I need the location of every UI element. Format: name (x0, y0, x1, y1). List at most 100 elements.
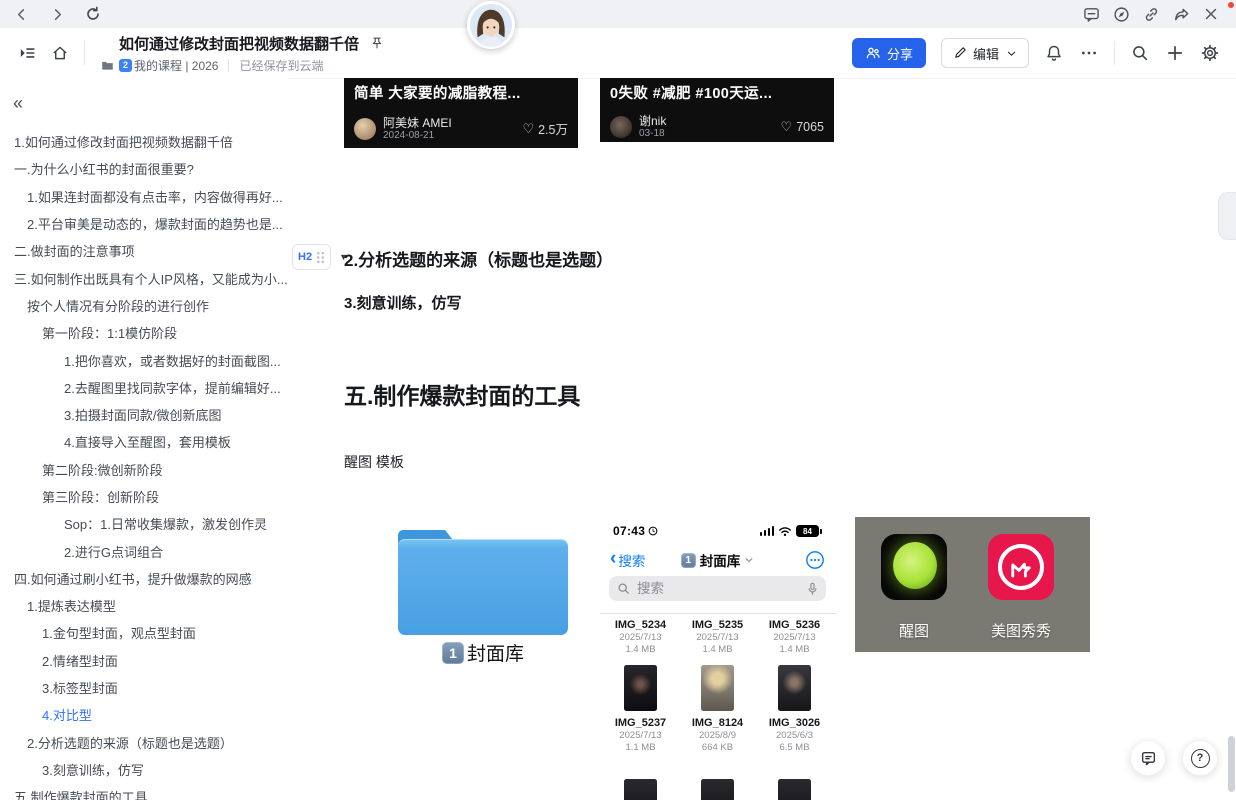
outline-item[interactable]: 2.去醒图里找同款字体，提前编辑好... (0, 374, 288, 401)
home-icon[interactable] (51, 44, 69, 62)
file-item[interactable] (603, 779, 679, 800)
outline-item[interactable]: 1.把你喜欢，或者数据好的封面截图... (0, 346, 288, 373)
outline-item[interactable]: 2.平台审美是动态的，爆款封面的趋势也是... (0, 210, 288, 237)
comment-icon[interactable] (1082, 5, 1100, 23)
meitu-app-icon[interactable] (988, 534, 1054, 600)
file-item[interactable] (680, 779, 756, 800)
outline-item-label: Sop：1.日常收集爆款，激发创作灵 (64, 514, 267, 533)
feedback-icon (1140, 750, 1157, 767)
help-button[interactable]: ? (1182, 740, 1218, 776)
file-item[interactable]: IMG_3026 2025/6/3 6.5 MB (757, 665, 833, 754)
outline-item-label: 1.金句型封面，观点型封面 (42, 623, 196, 642)
outline-item[interactable]: 3.标签型封面 (0, 674, 288, 701)
xingtu-app-icon[interactable] (881, 534, 947, 600)
outline-toggle-icon[interactable] (18, 44, 36, 62)
question-icon: ? (1191, 749, 1210, 768)
mic-icon (807, 582, 818, 596)
outline-item-label: 3.拍摄封面同款/微创新底图 (64, 405, 221, 424)
file-item[interactable]: IMG_5237 2025/7/13 1.1 MB (603, 665, 679, 754)
file-item[interactable]: IMG_5234 2025/7/13 1.4 MB (603, 619, 679, 656)
pin-icon[interactable] (368, 34, 386, 52)
more-icon[interactable] (1079, 43, 1099, 63)
files-nav-bar: ‹ 搜索 1 封面库 (600, 549, 835, 571)
collapse-sidebar-icon[interactable]: « (13, 94, 23, 112)
chevron-down-icon (744, 555, 754, 565)
bell-icon[interactable] (1044, 43, 1064, 63)
keycap-1-badge: 1 (442, 642, 464, 664)
video-card[interactable]: 简单 大家要的减脂教程... 阿美妹 AMEI 2024-08-21 ♡ 2.5… (344, 78, 578, 148)
author-name: 谢nik (639, 114, 666, 128)
outline-item-label: 一.为什么小红书的封面很重要? (14, 159, 194, 178)
outline-item[interactable]: 1.如何通过修改封面把视频数据翻千倍 (0, 128, 288, 155)
file-item[interactable]: IMG_8124 2025/8/9 664 KB (680, 665, 756, 754)
outline-item[interactable]: 第一阶段：1:1模仿阶段 (0, 319, 288, 346)
outline-sidebar: « 1.如何通过修改封面把视频数据翻千倍 一.为什么小红书的封面很重要? 1.如… (0, 78, 290, 800)
outline-item[interactable]: 第二阶段:微创新阶段 (0, 456, 288, 483)
file-item[interactable]: IMG_5236 2025/7/13 1.4 MB (757, 619, 833, 656)
file-name: IMG_5237 (603, 717, 679, 730)
file-date: 2025/7/13 (603, 632, 679, 644)
file-date: 2025/6/3 (757, 730, 833, 742)
outline-item[interactable]: 按个人情况有分阶段的进行创作 (0, 292, 288, 319)
browser-chrome (0, 0, 1236, 28)
outline-item[interactable]: 4.直接导入至醒图，套用模板 (0, 428, 288, 455)
breadcrumb[interactable]: 2 我的课程 | 2026 已经保存到云端 (100, 57, 405, 74)
folder-icon (100, 58, 114, 72)
folder-image[interactable]: 1 封面库 (388, 523, 578, 665)
keycap-1-badge: 1 (681, 553, 696, 568)
video-card[interactable]: 0失败 #减肥 #100天运... 谢nik 03-18 ♡ 7065 (600, 78, 834, 142)
outline-item-label: 1.如果连封面都没有点击率，内容做得再好... (27, 187, 283, 206)
close-icon[interactable] (1202, 5, 1220, 23)
wifi-icon (778, 526, 792, 537)
outline-item[interactable]: 1.提炼表达模型 (0, 592, 288, 619)
outline-item[interactable]: 四.如何通过刷小红书，提升做爆款的网感 (0, 565, 288, 592)
files-search-bar[interactable] (609, 576, 826, 601)
outline-item[interactable]: 2.分析选题的来源（标题也是选题） (0, 729, 288, 756)
share-forward-icon[interactable] (1172, 5, 1190, 23)
file-item[interactable] (757, 779, 833, 800)
scrollbar-thumb[interactable] (1228, 736, 1235, 792)
like-count-value: 2.5万 (538, 119, 568, 138)
back-icon[interactable] (12, 5, 30, 23)
files-search-input[interactable] (635, 580, 802, 597)
outline-item[interactable]: 4.对比型 (0, 701, 288, 728)
outline-item[interactable]: 三.如何制作出既具有个人IP风格，又能成为小... (0, 264, 288, 291)
drag-handle-icon[interactable] (316, 251, 325, 264)
file-thumbnail (778, 665, 811, 711)
outline-item[interactable]: 2.情绪型封面 (0, 647, 288, 674)
gear-icon[interactable] (1200, 43, 1220, 63)
outline-item[interactable]: 1.如果连封面都没有点击率，内容做得再好... (0, 183, 288, 210)
outline-item[interactable]: 第三阶段：创新阶段 (0, 483, 288, 510)
forward-icon[interactable] (48, 5, 66, 23)
reload-icon[interactable] (84, 5, 102, 23)
new-doc-icon[interactable] (1165, 43, 1185, 63)
outline-item[interactable]: 3.刻意训练，仿写 (0, 756, 288, 783)
outline-item[interactable]: 1.金句型封面，观点型封面 (0, 619, 288, 646)
folder-icon-body (398, 539, 568, 635)
share-button[interactable]: 分享 (852, 38, 926, 68)
outline-item[interactable]: 2.进行G点词组合 (0, 537, 288, 564)
edge-panel-handle[interactable] (1218, 192, 1236, 240)
author-avatar (610, 116, 632, 138)
outline-item[interactable]: Sop：1.日常收集爆款，激发创作灵 (0, 510, 288, 537)
file-item[interactable]: IMG_5235 2025/7/13 1.4 MB (680, 619, 756, 656)
app-window: 如何通过修改封面把视频数据翻千倍 2 我的课程 | 2026 已经保存到云端 (0, 0, 1236, 800)
outline-item[interactable]: 3.拍摄封面同款/微创新底图 (0, 401, 288, 428)
copy-link-icon[interactable] (1142, 5, 1160, 23)
outline-item-label: 1.提炼表达模型 (27, 596, 116, 615)
folder-name: 封面库 (467, 639, 524, 666)
more-circle-icon[interactable] (805, 550, 825, 570)
heading-level-badge[interactable]: H2 (292, 244, 331, 270)
compass-icon[interactable] (1112, 5, 1130, 23)
feedback-button[interactable] (1130, 740, 1166, 776)
search-icon[interactable] (1130, 43, 1150, 63)
like-count-value: 7065 (796, 120, 824, 134)
outline-item[interactable]: 五.制作爆款封面的工具 (0, 783, 288, 800)
outline-item[interactable]: 二.做封面的注意事项 (0, 237, 288, 264)
outline-item[interactable]: 一.为什么小红书的封面很重要? (0, 155, 288, 182)
edit-button[interactable]: 编辑 (941, 38, 1029, 68)
video-card-title: 简单 大家要的减脂教程... (344, 78, 578, 103)
avatar[interactable] (467, 1, 515, 49)
divider (600, 613, 835, 614)
post-date: 2024-08-21 (383, 130, 452, 142)
